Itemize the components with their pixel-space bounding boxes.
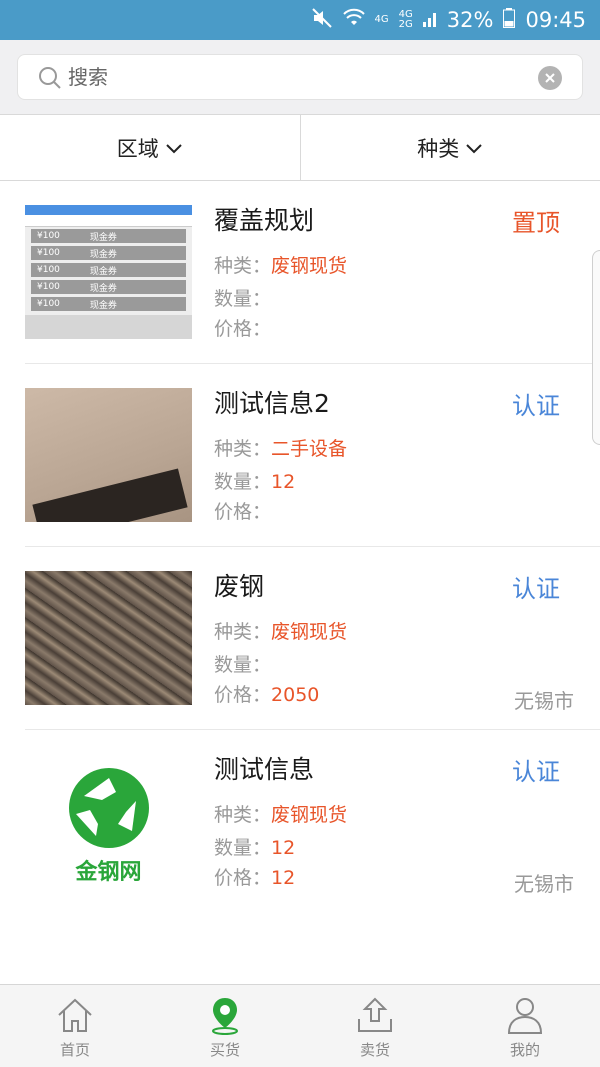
price-row: 价格： bbox=[214, 318, 272, 340]
status-bar: 4G 4G 2G 32% 09:45 bbox=[0, 0, 600, 40]
list-item[interactable]: 废钢 认证 种类：废钢现货 数量： 价格：2050 无锡市 bbox=[25, 547, 600, 730]
coupon-amount: ¥100 bbox=[37, 282, 60, 292]
chevron-down-icon bbox=[165, 136, 183, 160]
search-bar bbox=[0, 40, 600, 114]
clear-icon[interactable] bbox=[538, 66, 562, 90]
list-item[interactable]: 金钢网 测试信息 认证 种类：废钢现货 数量：12 价格：12 无锡市 bbox=[25, 730, 600, 913]
bottom-tab-bar: 首页 买货 卖货 我的 bbox=[0, 984, 600, 1067]
tab-me[interactable]: 我的 bbox=[450, 985, 600, 1067]
battery-percent: 32% bbox=[446, 8, 494, 32]
listing-title: 废钢 bbox=[214, 572, 265, 601]
quantity-row: 数量： bbox=[214, 654, 272, 676]
location-pin-icon bbox=[212, 998, 238, 1035]
category-row: 种类：废钢现货 bbox=[214, 255, 348, 277]
user-icon bbox=[507, 998, 543, 1034]
tab-label: 我的 bbox=[509, 1041, 540, 1059]
search-box[interactable] bbox=[17, 54, 583, 100]
filter-bar: 区域 种类 bbox=[0, 114, 600, 181]
price-row: 价格： bbox=[214, 501, 272, 523]
coupon-label: 现金券 bbox=[89, 232, 117, 243]
coupon-amount: ¥100 bbox=[37, 299, 60, 309]
wifi-icon bbox=[342, 7, 365, 34]
search-input[interactable] bbox=[68, 61, 528, 93]
quantity-row: 数量：12 bbox=[214, 837, 296, 859]
coupon-label: 现金券 bbox=[89, 266, 117, 277]
listing-title: 覆盖规划 bbox=[214, 206, 315, 235]
tab-buy[interactable]: 买货 bbox=[150, 985, 300, 1067]
network-stack: 4G 2G bbox=[398, 9, 413, 30]
listing-image bbox=[25, 571, 192, 705]
coupon-label: 现金券 bbox=[89, 300, 117, 311]
filter-label: 区域 bbox=[116, 136, 159, 161]
recycle-logo-icon bbox=[69, 768, 149, 848]
network-indicator: 4G bbox=[374, 14, 389, 25]
list-item[interactable]: 测试信息2 认证 种类：二手设备 数量：12 价格： bbox=[25, 364, 600, 547]
price-row: 价格：12 bbox=[214, 867, 296, 889]
tab-label: 首页 bbox=[59, 1041, 90, 1059]
upload-icon bbox=[358, 997, 392, 1032]
tab-label: 买货 bbox=[209, 1041, 240, 1059]
quantity-row: 数量： bbox=[214, 288, 272, 310]
filter-category[interactable]: 种类 bbox=[299, 115, 600, 180]
filter-label: 种类 bbox=[417, 136, 460, 161]
tab-home[interactable]: 首页 bbox=[0, 985, 150, 1067]
price-row: 价格：2050 bbox=[214, 684, 320, 706]
city-label: 无锡市 bbox=[514, 689, 574, 713]
signal-icon bbox=[422, 8, 437, 32]
status-badge: 置顶 bbox=[512, 209, 560, 237]
status-badge: 认证 bbox=[512, 758, 560, 786]
coupon-label: 现金券 bbox=[89, 283, 117, 294]
coupon-amount: ¥100 bbox=[37, 265, 60, 275]
side-drawer-handle[interactable] bbox=[592, 250, 600, 445]
status-badge: 认证 bbox=[512, 392, 560, 420]
tab-sell[interactable]: 卖货 bbox=[300, 985, 450, 1067]
coupon-amount: ¥100 bbox=[37, 231, 60, 241]
city-label: 无锡市 bbox=[514, 872, 574, 896]
listing-title: 测试信息 bbox=[214, 755, 315, 784]
coupon-amount: ¥100 bbox=[37, 248, 60, 258]
listing-title: 测试信息2 bbox=[214, 389, 330, 418]
listing-list: ¥100 现金券 ¥100 现金券 ¥100 现金券 ¥100 现金券 ¥100 现金券 … bbox=[0, 181, 600, 913]
search-icon bbox=[38, 66, 62, 94]
quantity-row: 数量：12 bbox=[214, 471, 296, 493]
category-row: 种类：废钢现货 bbox=[214, 804, 348, 826]
chevron-down-icon bbox=[465, 136, 483, 160]
home-icon bbox=[58, 998, 92, 1032]
battery-icon bbox=[503, 7, 516, 33]
filter-region[interactable]: 区域 bbox=[0, 115, 300, 180]
coupon-label: 现金券 bbox=[89, 249, 117, 260]
listing-image: ¥100 现金券 ¥100 现金券 ¥100 现金券 ¥100 现金券 ¥100 现金券 bbox=[25, 205, 192, 339]
mute-icon bbox=[311, 7, 333, 34]
status-badge: 认证 bbox=[512, 575, 560, 603]
list-item[interactable]: ¥100 现金券 ¥100 现金券 ¥100 现金券 ¥100 现金券 ¥100 现金券 … bbox=[25, 181, 600, 364]
listing-image bbox=[25, 388, 192, 522]
listing-image: 金钢网 bbox=[25, 754, 192, 888]
clock: 09:45 bbox=[525, 8, 586, 32]
category-row: 种类：废钢现货 bbox=[214, 621, 348, 643]
logo-text: 金钢网 bbox=[75, 860, 142, 885]
category-row: 种类：二手设备 bbox=[214, 438, 348, 460]
tab-label: 卖货 bbox=[359, 1041, 390, 1059]
